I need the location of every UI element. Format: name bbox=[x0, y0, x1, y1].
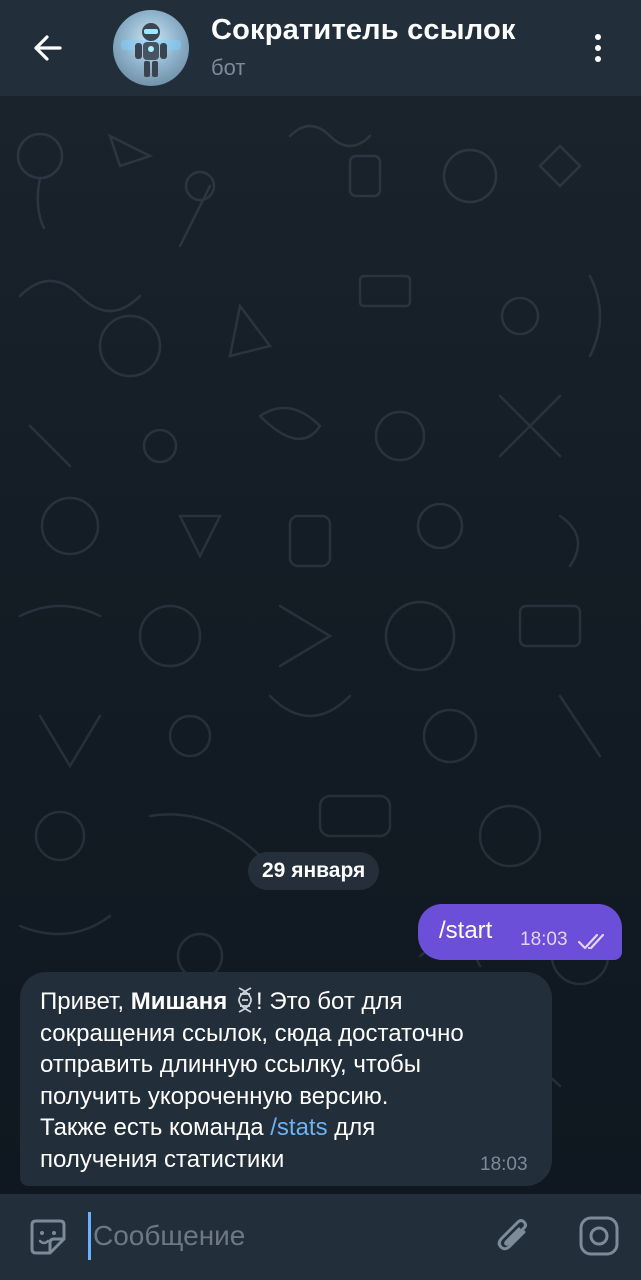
chat-title[interactable]: Сократитель ссылок bbox=[211, 14, 516, 47]
arrow-left-icon bbox=[34, 35, 62, 61]
dna-icon bbox=[238, 987, 252, 1013]
camera-icon bbox=[579, 1216, 619, 1256]
attach-button[interactable] bbox=[494, 1214, 534, 1258]
greeting-text: Привет, bbox=[40, 988, 131, 1015]
more-menu-button[interactable] bbox=[578, 24, 618, 72]
stats-command-link[interactable]: /stats bbox=[270, 1114, 327, 1141]
robot-avatar-icon bbox=[121, 23, 181, 77]
paperclip-icon bbox=[497, 1219, 527, 1251]
message-line: получения статистики bbox=[40, 1145, 285, 1173]
back-button[interactable] bbox=[22, 22, 74, 74]
message-line: отправить длинную ссылку, чтобы bbox=[40, 1051, 421, 1078]
incoming-message-text: Привет, Мишаня ! Это бот для сокращения … bbox=[40, 986, 540, 1175]
incoming-message[interactable]: Привет, Мишаня ! Это бот для сокращения … bbox=[20, 972, 552, 1186]
chat-subtitle: бот bbox=[211, 55, 246, 80]
emoji-sticker-icon bbox=[30, 1219, 66, 1255]
double-check-icon bbox=[577, 933, 605, 950]
incoming-message-time: 18:03 bbox=[480, 1154, 528, 1175]
user-name: Мишаня bbox=[130, 988, 228, 1015]
message-line: Привет, Мишаня ! Это бот для bbox=[40, 986, 540, 1018]
message-list[interactable]: 29 января /start 18:03 Привет, Мишаня ! … bbox=[0, 96, 641, 1194]
message-composer bbox=[0, 1194, 641, 1280]
message-line: Также есть команда /stats для bbox=[40, 1112, 540, 1144]
message-line: получить укороченную версию. bbox=[40, 1082, 389, 1110]
chat-header: Сократитель ссылок бот bbox=[0, 0, 641, 96]
message-line-5-pre: Также есть команда bbox=[40, 1114, 271, 1141]
message-input[interactable] bbox=[88, 1212, 468, 1260]
more-vertical-icon bbox=[595, 34, 601, 40]
outgoing-message-time: 18:03 bbox=[520, 929, 568, 950]
emoji-button[interactable] bbox=[26, 1215, 70, 1259]
outgoing-message-text: /start bbox=[439, 917, 493, 944]
message-line: сокращения ссылок, сюда достаточно bbox=[40, 1019, 464, 1047]
camera-button[interactable] bbox=[577, 1214, 621, 1258]
date-divider: 29 января bbox=[248, 852, 380, 890]
message-line-5-post: для bbox=[327, 1114, 376, 1141]
message-line-1-rest: ! Это бот для bbox=[255, 988, 403, 1015]
outgoing-message[interactable]: /start 18:03 bbox=[418, 904, 622, 960]
bot-avatar[interactable] bbox=[113, 10, 189, 86]
